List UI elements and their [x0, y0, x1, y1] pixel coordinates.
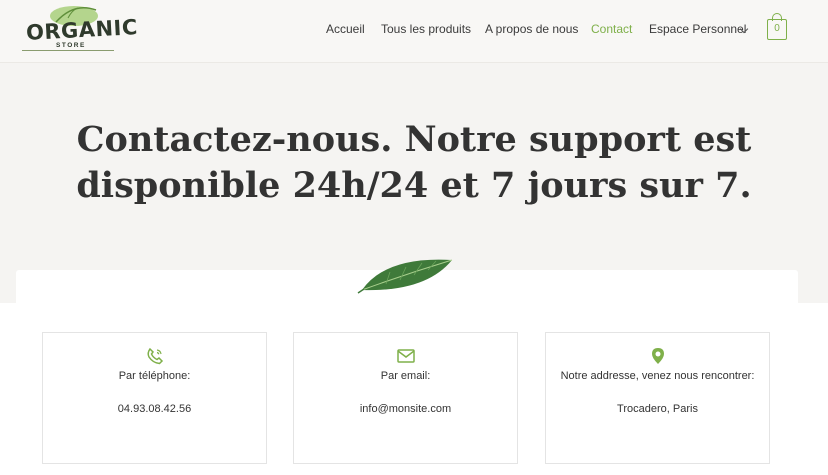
- phone-number[interactable]: 04.93.08.42.56: [43, 403, 266, 415]
- site-header: ORGANIC STORE Accueil Tous les produits …: [0, 0, 828, 63]
- contact-card-label: Notre addresse, venez nous rencontrer:: [560, 370, 755, 382]
- contact-card-email: Par email: info@monsite.com: [293, 332, 518, 464]
- email-icon: [294, 347, 517, 365]
- location-pin-icon: [546, 347, 769, 365]
- contact-card-label: Par téléphone:: [118, 370, 191, 382]
- contact-card-label: Par email:: [380, 370, 431, 382]
- contact-card-address: Notre addresse, venez nous rencontrer: T…: [545, 332, 770, 464]
- phone-icon: [43, 347, 266, 365]
- nav-item-tous-les-produits[interactable]: Tous les produits: [381, 22, 471, 36]
- cart-button[interactable]: 0: [767, 19, 787, 40]
- nav-item-espace-personnel[interactable]: Espace Personnel: [649, 22, 746, 36]
- email-address[interactable]: info@monsite.com: [294, 403, 517, 415]
- address-text: Trocadero, Paris: [617, 403, 698, 415]
- nav-item-a-propos[interactable]: A propos de nous: [485, 22, 578, 36]
- contact-card-phone: Par téléphone: 04.93.08.42.56: [42, 332, 267, 464]
- organic-store-logo[interactable]: ORGANIC STORE: [18, 4, 138, 56]
- logo-underline: [22, 50, 114, 51]
- logo-subtitle: STORE: [56, 42, 86, 49]
- nav-item-contact[interactable]: Contact: [591, 22, 632, 36]
- nav-item-accueil[interactable]: Accueil: [326, 22, 365, 36]
- page-title: Contactez-nous. Notre support est dispon…: [76, 119, 752, 206]
- leaf-icon: [357, 259, 453, 294]
- logo-wordmark: ORGANIC: [25, 15, 139, 45]
